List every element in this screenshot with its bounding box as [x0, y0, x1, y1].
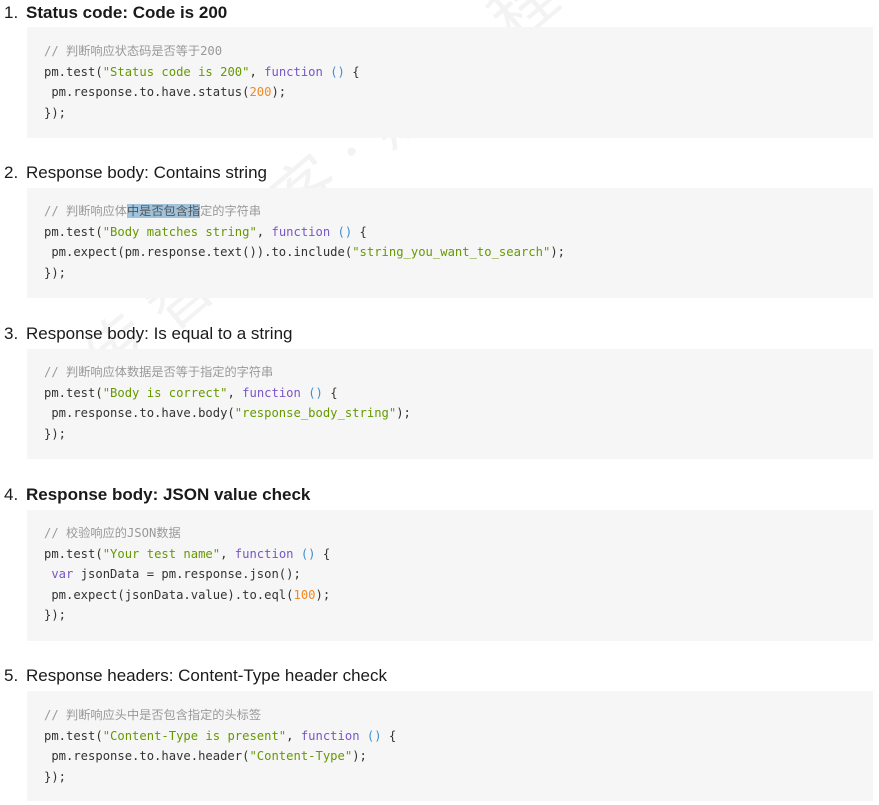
code-line: pm.expect(pm.response.text()).to.include… — [44, 245, 565, 259]
code-block: // 判断响应体中是否包含指定的字符串 pm.test("Body matche… — [27, 188, 873, 298]
code-block: // 判断响应状态码是否等于200 pm.test("Status code i… — [27, 27, 873, 138]
code-line: pm.test("Content-Type is present", funct… — [44, 728, 397, 743]
code-line: pm.response.to.have.status(200); — [44, 85, 287, 99]
code-line: var jsonData = pm.response.json(); — [44, 567, 301, 581]
code-comment: // 判断响应体中是否包含指定的字符串 — [44, 204, 262, 218]
section-heading: 2. Response body: Contains string — [4, 162, 267, 184]
code-line: }); — [44, 608, 67, 622]
section-title: Response body: JSON value check — [26, 485, 311, 504]
code-comment: // 校验响应的JSON数据 — [44, 526, 181, 540]
code-block: // 校验响应的JSON数据 pm.test("Your test name",… — [27, 510, 873, 641]
code-comment: // 判断响应状态码是否等于200 — [44, 44, 223, 58]
section-title: Response body: Contains string — [26, 163, 267, 182]
section-title: Response body: Is equal to a string — [26, 324, 293, 343]
section-number: 5. — [4, 666, 19, 685]
code-line: pm.test("Your test name", function () { — [44, 546, 331, 561]
section-heading: 1. Status code: Code is 200 — [4, 2, 227, 24]
code-line: pm.response.to.have.header("Content-Type… — [44, 749, 367, 763]
code-block: // 判断响应头中是否包含指定的头标签 pm.test("Content-Typ… — [27, 691, 873, 801]
code-line: }); — [44, 426, 67, 441]
section-heading: 5. Response headers: Content-Type header … — [4, 665, 387, 687]
code-comment: // 判断响应头中是否包含指定的头标签 — [44, 708, 262, 722]
code-line: pm.test("Body is correct", function () { — [44, 385, 338, 400]
text-selection-highlight: 中是否包含指 — [126, 204, 201, 218]
code-comment: // 判断响应体数据是否等于指定的字符串 — [44, 365, 274, 379]
code-block: // 判断响应体数据是否等于指定的字符串 pm.test("Body is co… — [27, 349, 873, 459]
code-line: pm.response.to.have.body("response_body_… — [44, 406, 411, 420]
section-heading: 3. Response body: Is equal to a string — [4, 323, 293, 345]
code-line: }); — [44, 265, 67, 280]
section-heading: 4. Response body: JSON value check — [4, 484, 310, 506]
section-number: 3. — [4, 324, 19, 343]
section-number: 4. — [4, 485, 19, 504]
code-line: pm.expect(jsonData.value).to.eql(100); — [44, 587, 331, 602]
code-line: pm.test("Body matches string", function … — [44, 224, 367, 239]
code-line: }); — [44, 105, 67, 120]
code-line: }); — [44, 769, 67, 784]
section-title: Response headers: Content-Type header ch… — [26, 666, 388, 685]
section-number: 1. — [4, 3, 19, 22]
section-title: Status code: Code is 200 — [26, 3, 228, 22]
section-number: 2. — [4, 163, 19, 182]
code-line: pm.test("Status code is 200", function (… — [44, 64, 360, 79]
